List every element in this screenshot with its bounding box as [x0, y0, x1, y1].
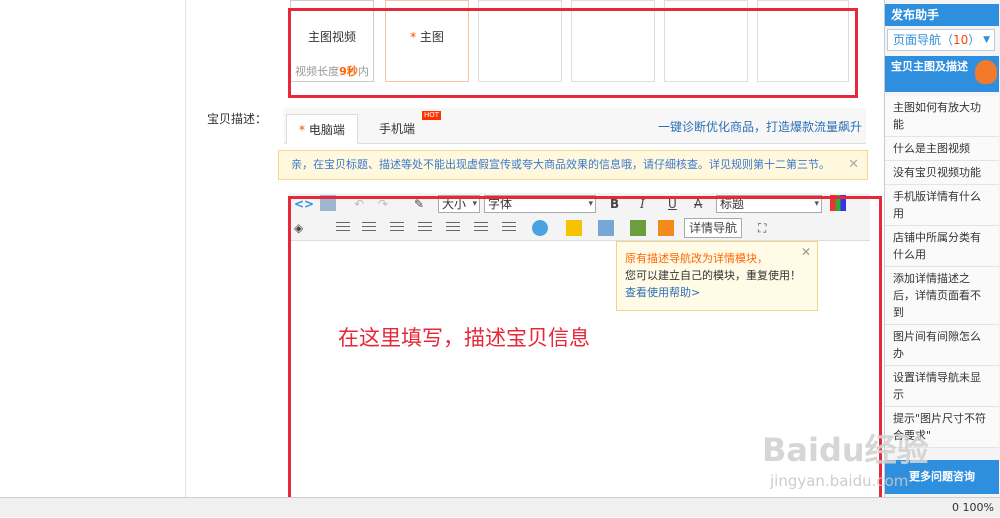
flash-icon[interactable]	[658, 220, 674, 236]
helper-faq-item[interactable]: 没有宝贝视频功能	[885, 161, 999, 185]
editor-instruction-text: 在这里填写，描述宝贝信息	[338, 326, 590, 350]
publish-helper-panel: 发布助手 页面导航（10） ▼ 宝贝主图及描述 主图如何有放大功能 什么是主图视频没…	[884, 0, 1000, 497]
helper-faq-item[interactable]: 手机版详情有什么用	[885, 185, 999, 226]
image-icon[interactable]	[630, 220, 646, 236]
editor-toolbar: <> ↶ ↷ ✎ 大小 字体 B I U A 标题 ◈ 详情导航 ⛶	[288, 193, 870, 241]
font-size-select[interactable]: 大小	[438, 195, 480, 213]
diagnose-link[interactable]: 一键诊断优化商品，打造爆款流量飙升	[658, 118, 862, 135]
italic-button[interactable]: I	[640, 194, 645, 214]
description-label: 宝贝描述：	[207, 112, 268, 126]
hot-badge: HOT	[421, 111, 442, 120]
main-image-row: 主图视频 视频长度9秒内 * 主图	[290, 0, 858, 95]
helper-faq-item[interactable]: 添加详情描述之后，详情页面看不到	[885, 267, 999, 325]
tab-mobile[interactable]: 手机端 HOT	[367, 111, 442, 144]
fullscreen-icon[interactable]: ⛶	[758, 218, 766, 238]
page-nav-select[interactable]: 页面导航（10） ▼	[887, 29, 995, 51]
numbered-list-icon[interactable]	[362, 222, 376, 234]
status-bar: 0 100%	[0, 497, 1000, 517]
helper-faq-item[interactable]: 图片间有间隙怎么办	[885, 325, 999, 366]
table-icon[interactable]	[598, 220, 614, 236]
emoticon-icon[interactable]	[566, 220, 582, 236]
popup-help-link[interactable]: 查看使用帮助>	[625, 284, 809, 301]
watermark-logo: Baidu经验	[762, 431, 929, 469]
format-painter-icon[interactable]: ✎	[414, 194, 424, 214]
helper-section-title: 宝贝主图及描述	[885, 56, 999, 92]
bold-button[interactable]: B	[610, 194, 619, 214]
bullet-list-icon[interactable]	[336, 222, 350, 234]
description-tabs: * 电脑端 手机端 HOT 一键诊断优化商品，打造爆款流量飙升	[284, 108, 866, 144]
helper-faq-list: 主图如何有放大功能 什么是主图视频 没有宝贝视频功能 手机版详情有什么用 店铺中所属分类…	[885, 96, 999, 448]
main-video-label: 主图视频	[307, 30, 356, 44]
detail-nav-button[interactable]: 详情导航	[684, 218, 743, 238]
mascot-icon	[975, 60, 997, 84]
detail-module-popup: 原有描述导航改为详情模块， 您可以建立自己的模块，重复使用！ 查看使用帮助> ✕	[616, 241, 818, 311]
main-video-slot[interactable]: 主图视频 视频长度9秒内	[290, 0, 374, 82]
status-zoom: 0 100%	[952, 501, 994, 514]
fill-color-icon[interactable]: ◈	[294, 218, 303, 238]
image-slot-4[interactable]	[571, 0, 655, 82]
align-center-icon[interactable]	[474, 222, 488, 234]
helper-faq-item[interactable]: 设置详情导航未显示	[885, 366, 999, 407]
undo-icon[interactable]: ↶	[354, 194, 364, 214]
main-image-slot[interactable]: * 主图	[385, 0, 469, 82]
source-code-icon[interactable]: <>	[294, 194, 314, 214]
video-length-hint: 视频长度9秒内	[295, 65, 369, 78]
left-panel	[0, 0, 186, 497]
helper-faq-item[interactable]: 什么是主图视频	[885, 137, 999, 161]
helper-faq-item[interactable]: 主图如何有放大功能	[885, 96, 999, 137]
tab-pc[interactable]: * 电脑端	[286, 114, 358, 144]
image-slot-5[interactable]	[664, 0, 748, 82]
helper-title: 发布助手	[885, 4, 999, 26]
heading-select[interactable]: 标题	[716, 195, 822, 213]
underline-button[interactable]: U	[668, 194, 677, 214]
image-slot-3[interactable]	[478, 0, 562, 82]
link-icon[interactable]	[532, 220, 548, 236]
helper-faq-item[interactable]: 店铺中所属分类有什么用	[885, 226, 999, 267]
main-image-label: * 主图	[410, 30, 444, 44]
align-right-icon[interactable]	[502, 222, 516, 234]
notice-close-icon[interactable]: ✕	[848, 151, 859, 179]
popup-line2: 您可以建立自己的模块，重复使用！	[625, 269, 801, 282]
image-slot-6[interactable]	[757, 0, 849, 82]
popup-close-icon[interactable]: ✕	[801, 244, 811, 261]
indent-increase-icon[interactable]	[390, 222, 404, 234]
font-family-select[interactable]: 字体	[484, 195, 596, 213]
color-grid-icon[interactable]	[830, 195, 846, 211]
indent-decrease-icon[interactable]	[418, 222, 432, 234]
redo-icon[interactable]: ↷	[378, 194, 388, 214]
preview-icon[interactable]	[320, 195, 336, 211]
popup-line1: 原有描述导航改为详情模块，	[625, 252, 768, 265]
watermark-url: jingyan.baidu.com	[770, 472, 909, 490]
notice-text: 亲，在宝贝标题、描述等处不能出现虚假宣传或夸大商品效果的信息哦，请仔细核查。详见…	[291, 158, 830, 171]
align-left-icon[interactable]	[446, 222, 460, 234]
strikethrough-button[interactable]: A	[694, 194, 702, 214]
warning-notice: 亲，在宝贝标题、描述等处不能出现虚假宣传或夸大商品效果的信息哦，请仔细核查。详见…	[278, 150, 868, 180]
